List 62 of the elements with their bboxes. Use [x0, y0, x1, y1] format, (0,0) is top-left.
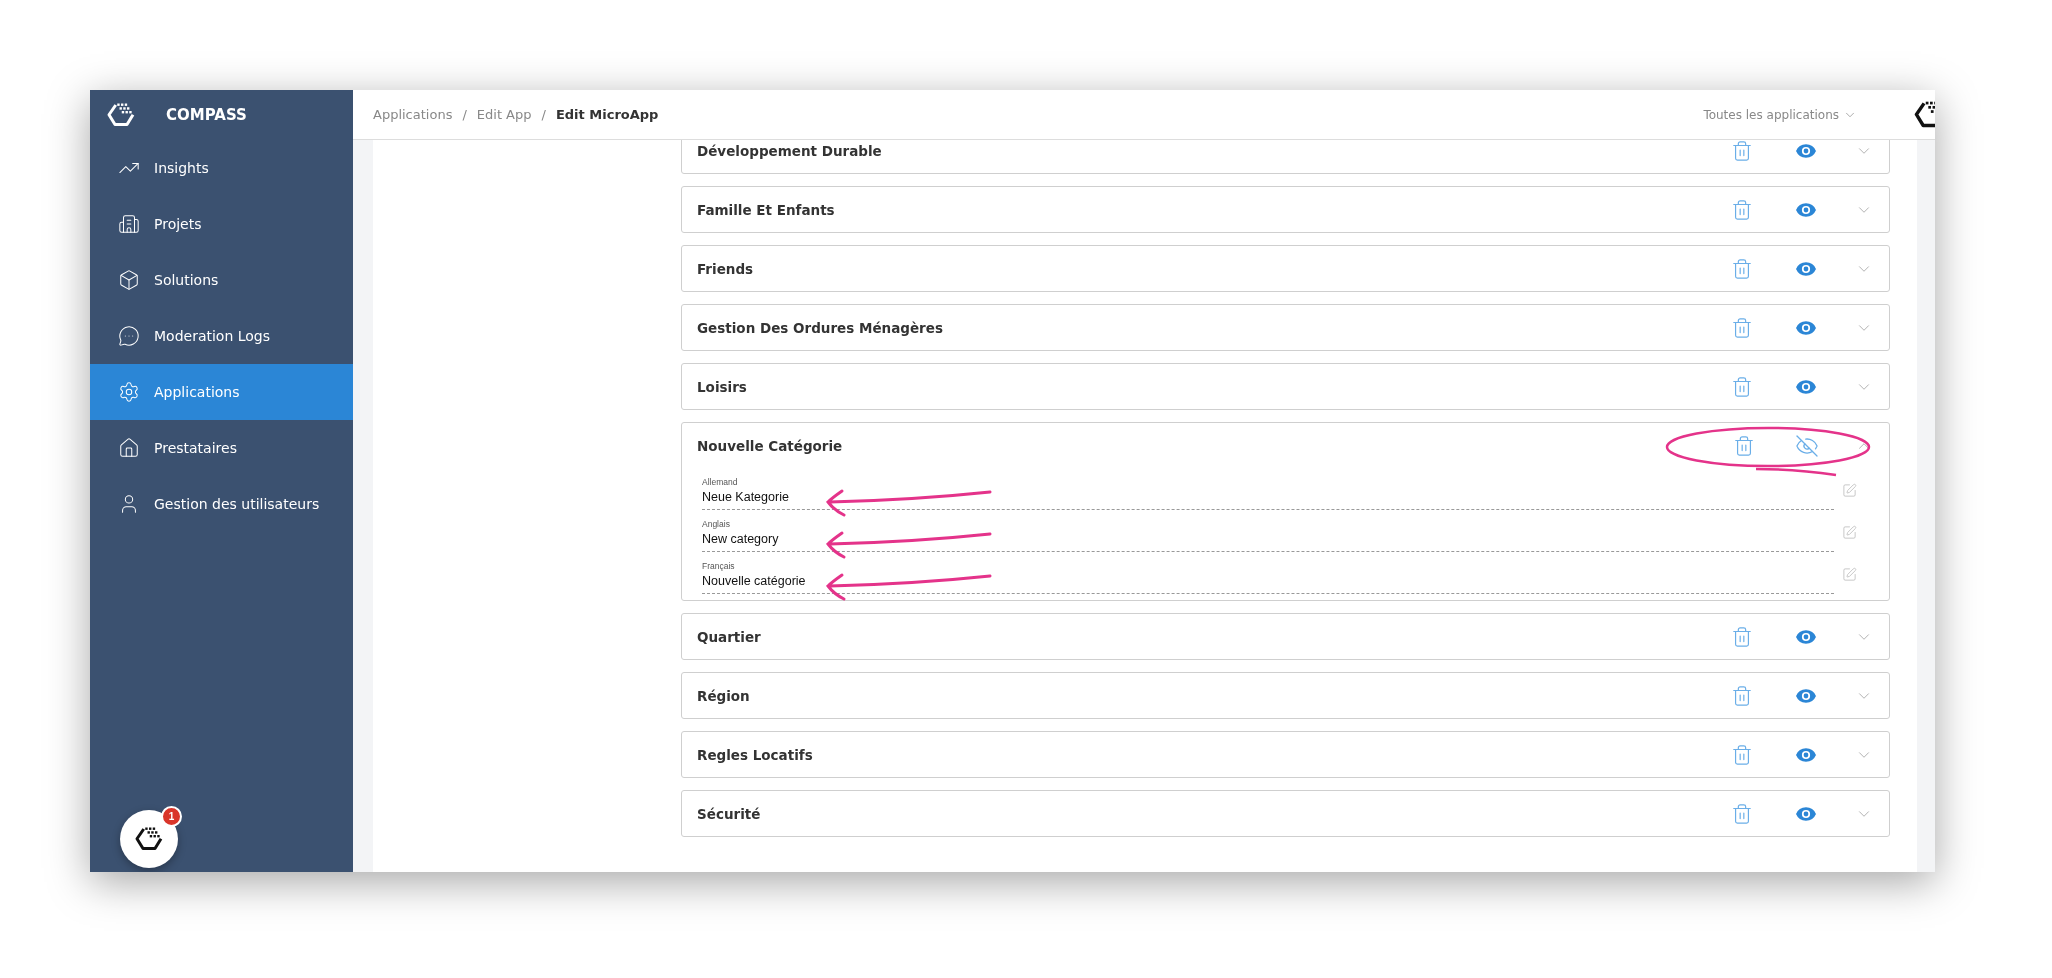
sidebar-item[interactable]: Prestataires [90, 420, 353, 476]
chat-bubble-icon [118, 325, 140, 347]
field-label: Allemand [702, 477, 738, 487]
eye-slash-icon[interactable] [1795, 433, 1819, 458]
house-icon [118, 437, 140, 459]
category-title: Friends [697, 260, 755, 277]
trash-icon[interactable] [1731, 743, 1753, 766]
category-title: Nouvelle Catégorie [697, 437, 844, 454]
edit-icon[interactable] [1842, 567, 1857, 582]
category-title: Regles Locatifs [697, 746, 814, 763]
brand-name: COMPASS [166, 106, 247, 124]
text-field[interactable]: Neue Kategorie [702, 487, 1834, 510]
trash-icon[interactable] [1731, 802, 1753, 825]
sidebar-item[interactable]: Gestion des utilisateurs [90, 476, 353, 532]
category-card[interactable]: Loisirs [681, 363, 1890, 410]
breadcrumb-link[interactable]: Edit App [476, 107, 532, 122]
field-label: Français [702, 561, 735, 571]
trash-icon[interactable] [1731, 625, 1753, 648]
category-card[interactable]: Sécurité [681, 790, 1890, 837]
category-card[interactable]: Nouvelle Catégorie Allemand Neue Kategorie Anglais New category Français Nouvelle catégorie [681, 422, 1890, 601]
category-card[interactable]: Famille Et Enfants [681, 186, 1890, 233]
category-card[interactable]: Regles Locatifs [681, 731, 1890, 778]
gear-icon [118, 381, 140, 403]
text-field[interactable]: New category [702, 529, 1834, 552]
breadcrumb-separator: / [541, 107, 546, 122]
trash-icon[interactable] [1731, 375, 1753, 398]
logo-icon [134, 826, 164, 852]
category-title: Région [697, 687, 751, 704]
category-title: Sécurité [697, 805, 762, 822]
category-title: Famille Et Enfants [697, 201, 836, 218]
breadcrumb-separator: / [462, 107, 467, 122]
trash-icon[interactable] [1731, 684, 1753, 707]
trash-icon[interactable] [1731, 316, 1753, 339]
category-card[interactable]: Quartier [681, 613, 1890, 660]
category-title: Loisirs [697, 378, 748, 395]
sidebar-item[interactable]: Moderation Logs [90, 308, 353, 364]
category-card[interactable]: Région [681, 672, 1890, 719]
category-title: Quartier [697, 628, 762, 645]
text-field[interactable]: Nouvelle catégorie [702, 571, 1834, 594]
trash-icon[interactable] [1731, 140, 1753, 162]
trash-icon[interactable] [1733, 434, 1755, 457]
box-icon [118, 269, 140, 291]
category-title: Développement Durable [697, 142, 883, 159]
field-label: Anglais [702, 519, 730, 529]
sidebar-item[interactable]: Projets [90, 196, 353, 252]
category-card[interactable]: Développement Durable [681, 140, 1890, 174]
edit-icon[interactable] [1842, 483, 1857, 498]
category-card[interactable]: Friends [681, 245, 1890, 292]
notification-badge: 1 [161, 806, 182, 827]
trash-icon[interactable] [1731, 257, 1753, 280]
logo-icon [106, 102, 136, 128]
edit-icon[interactable] [1842, 525, 1857, 540]
trash-icon[interactable] [1731, 198, 1753, 221]
category-title: Gestion Des Ordures Ménagères [697, 319, 944, 336]
category-card[interactable]: Gestion Des Ordures Ménagères [681, 304, 1890, 351]
sidebar-item[interactable]: Insights [90, 140, 353, 196]
breadcrumb-link[interactable]: Applications [373, 107, 453, 122]
breadcrumb-link[interactable]: Edit MicroApp [555, 107, 659, 122]
building-icon [118, 213, 140, 235]
sidebar-item[interactable]: Solutions [90, 252, 353, 308]
sidebar-item[interactable]: Applications [90, 364, 353, 420]
app-filter-dropdown[interactable]: Toutes les applications [1697, 106, 1863, 123]
